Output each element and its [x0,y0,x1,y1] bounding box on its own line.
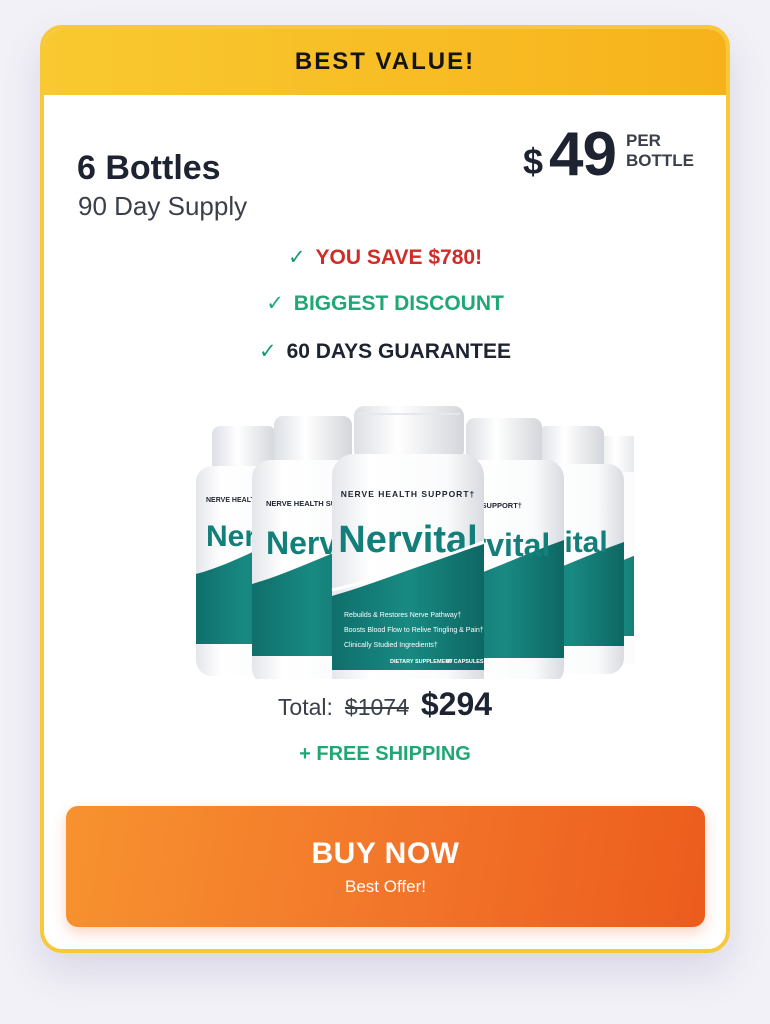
benefit-text: BIGGEST DISCOUNT [293,292,504,315]
svg-text:60 CAPSULES: 60 CAPSULES [446,659,484,665]
best-value-banner: BEST VALUE! [44,29,726,95]
benefit-discount: ✓ BIGGEST DISCOUNT [44,291,726,316]
price-per-bottle: $ 49 PER BOTTLE [523,117,694,193]
check-icon: ✓ [287,246,306,269]
check-icon: ✓ [258,340,277,363]
total-price-row: Total: $1074 $294 [44,686,726,723]
check-icon: ✓ [266,292,284,315]
buy-now-button[interactable]: BUY NOW Best Offer! [66,806,705,927]
buy-now-label: BUY NOW [311,836,460,870]
svg-text:Rebuilds & Restores Nerve Path: Rebuilds & Restores Nerve Pathway† [344,612,461,619]
price-unit: PER BOTTLE [626,131,694,171]
benefit-savings: ✓ YOU SAVE $780! [44,245,726,270]
svg-text:DIETARY SUPPLEMENT: DIETARY SUPPLEMENT [390,659,453,665]
price-currency: $ [523,141,544,182]
price-unit-line1: PER [626,131,661,150]
svg-text:NERVE HEALTH SUPPORT†: NERVE HEALTH SUPPORT† [341,489,476,499]
banner-label: BEST VALUE! [294,48,476,75]
total-label: Total: [277,694,333,720]
buy-now-sublabel: Best Offer! [345,876,426,896]
package-supply: 90 Day Supply [78,191,248,221]
price-amount: 49 [549,120,617,189]
benefit-guarantee: ✓ 60 DAYS GUARANTEE [44,339,726,364]
benefit-text: 60 DAYS GUARANTEE [286,340,512,363]
benefit-text: YOU SAVE $780! [315,246,483,269]
product-bottles-image: NERVE HEALTH SUPPORT† Nervital ital NERV… [196,406,634,679]
package-title: 6 Bottles [77,149,221,187]
total-old-price: $1074 [344,694,409,720]
price-unit-line2: BOTTLE [626,151,694,170]
free-shipping-label: + FREE SHIPPING [299,743,471,765]
total-new-price: $294 [420,686,493,722]
offer-card: BEST VALUE! 6 Bottles 90 Day Supply $ 49… [40,25,730,953]
svg-text:Clinically Studied Ingredients: Clinically Studied Ingredients† [344,642,438,649]
svg-text:Boosts Blood Flow to Relive Ti: Boosts Blood Flow to Relive Tingling & P… [344,627,484,634]
bottle-front: NERVE HEALTH SUPPORT† Nervital Rebuilds … [331,406,485,679]
